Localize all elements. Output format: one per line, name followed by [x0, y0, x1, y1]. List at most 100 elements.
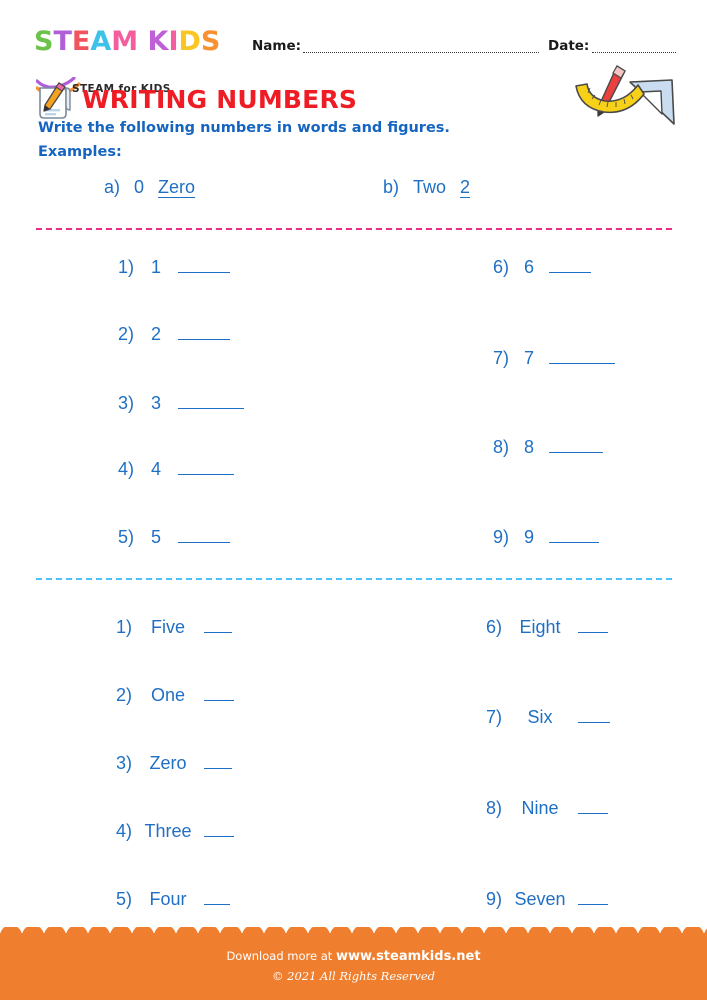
exercise-item: 6) 6: [475, 255, 591, 278]
exercise-item: 1) 1: [100, 255, 230, 278]
item-prompt: Six: [527, 707, 553, 728]
exercise-item: 9) Seven: [468, 887, 608, 910]
exercise-item: 4) Three: [98, 819, 234, 842]
item-number: 8): [492, 437, 509, 458]
exercise-item: 5) 5: [100, 525, 230, 548]
answer-blank[interactable]: [178, 255, 230, 274]
example-given: Two: [413, 177, 447, 197]
logo-letter-s2: S: [200, 26, 221, 57]
item-prompt: Five: [150, 617, 185, 638]
exercise-item: 3) 3: [100, 391, 244, 414]
answer-blank[interactable]: [178, 525, 230, 544]
logo-letter-space: [138, 28, 147, 55]
date-label: Date:: [548, 38, 590, 54]
name-input-line[interactable]: [303, 52, 539, 53]
item-prompt: Seven: [514, 889, 566, 910]
item-prompt: Nine: [521, 798, 559, 819]
name-label: Name:: [252, 38, 302, 54]
footer-download-label: Download more at: [226, 949, 333, 963]
item-prompt: Four: [149, 889, 187, 910]
answer-blank[interactable]: [578, 796, 608, 815]
item-prompt: Zero: [149, 753, 187, 774]
item-number: 9): [492, 527, 509, 548]
example-item-a: a) 0 Zero: [104, 177, 195, 198]
item-prompt: Three: [144, 821, 192, 842]
item-number: 5): [117, 527, 134, 548]
item-number: 4): [115, 821, 132, 842]
item-number: 9): [485, 889, 502, 910]
footer-scallop-edge: [0, 927, 707, 947]
item-prompt: 9: [523, 527, 534, 548]
item-number: 7): [492, 348, 509, 369]
answer-blank[interactable]: [204, 751, 232, 770]
example-answer: 2: [460, 177, 471, 197]
item-number: 1): [117, 257, 134, 278]
item-number: 2): [115, 685, 132, 706]
divider-pink: [36, 228, 672, 230]
answer-blank[interactable]: [549, 255, 591, 274]
item-number: 2): [117, 324, 134, 345]
item-number: 3): [115, 753, 132, 774]
answer-blank[interactable]: [204, 615, 232, 634]
item-number: 7): [485, 707, 502, 728]
footer-download-text: Download more at www.steamkids.net: [0, 949, 707, 964]
examples-label: Examples:: [38, 144, 122, 160]
item-number: 8): [485, 798, 502, 819]
exercise-item: 6) Eight: [468, 615, 608, 638]
footer-site-link[interactable]: www.steamkids.net: [336, 949, 481, 964]
logo-letter-i: I: [168, 26, 179, 57]
answer-blank[interactable]: [549, 525, 599, 544]
item-number: 6): [485, 617, 502, 638]
item-prompt: 1: [150, 257, 161, 278]
item-number: 4): [117, 459, 134, 480]
logo-letter-s1: S: [34, 26, 54, 57]
exercise-item: 9) 9: [475, 525, 599, 548]
page-title: WRITING NUMBERS: [82, 85, 358, 114]
item-number: 1): [115, 617, 132, 638]
divider-blue: [36, 578, 672, 580]
answer-blank[interactable]: [204, 683, 234, 702]
example-given: 0: [134, 177, 145, 197]
answer-blank[interactable]: [178, 457, 234, 476]
item-number: 6): [492, 257, 509, 278]
answer-blank[interactable]: [578, 705, 610, 724]
answer-blank[interactable]: [549, 346, 615, 365]
exercise-item: 7) Six: [468, 705, 610, 728]
brand-wordmark: STEAM KIDS: [34, 28, 234, 55]
item-prompt: 6: [523, 257, 534, 278]
logo-letter-t: T: [53, 26, 72, 57]
item-number: 5): [115, 889, 132, 910]
item-number: 3): [117, 393, 134, 414]
worksheet-page: STEAM KIDS STEAM for KIDS Name: Date: WR…: [0, 0, 707, 1000]
answer-blank[interactable]: [178, 322, 230, 341]
example-marker: b): [383, 177, 400, 197]
example-answer: Zero: [158, 177, 196, 197]
logo-letter-m: M: [111, 26, 139, 57]
item-prompt: One: [150, 685, 186, 706]
answer-blank[interactable]: [578, 615, 608, 634]
answer-blank[interactable]: [178, 391, 244, 410]
exercise-item: 8) Nine: [468, 796, 608, 819]
exercise-item: 8) 8: [475, 435, 603, 458]
instructions-text: Write the following numbers in words and…: [38, 120, 450, 136]
page-footer: Download more at www.steamkids.net © 202…: [0, 927, 707, 1000]
exercise-item: 7) 7: [475, 346, 615, 369]
item-prompt: 7: [523, 348, 534, 369]
item-prompt: 3: [150, 393, 161, 414]
exercise-item: 2) 2: [100, 322, 230, 345]
exercise-item: 5) Four: [98, 887, 230, 910]
date-input-line[interactable]: [592, 52, 676, 53]
logo-letter-e: E: [71, 26, 91, 57]
answer-blank[interactable]: [549, 435, 603, 454]
answer-blank[interactable]: [204, 819, 234, 838]
ruler-pencil-triangle-icon: [575, 65, 675, 125]
exercise-item: 3) Zero: [98, 751, 232, 774]
example-marker: a): [104, 177, 121, 197]
item-prompt: 8: [523, 437, 534, 458]
answer-blank[interactable]: [578, 887, 608, 906]
notepad-pencil-icon: [39, 82, 71, 119]
exercise-item: 4) 4: [100, 457, 234, 480]
item-prompt: 4: [150, 459, 161, 480]
answer-blank[interactable]: [204, 887, 230, 906]
logo-letter-d: D: [178, 26, 201, 57]
